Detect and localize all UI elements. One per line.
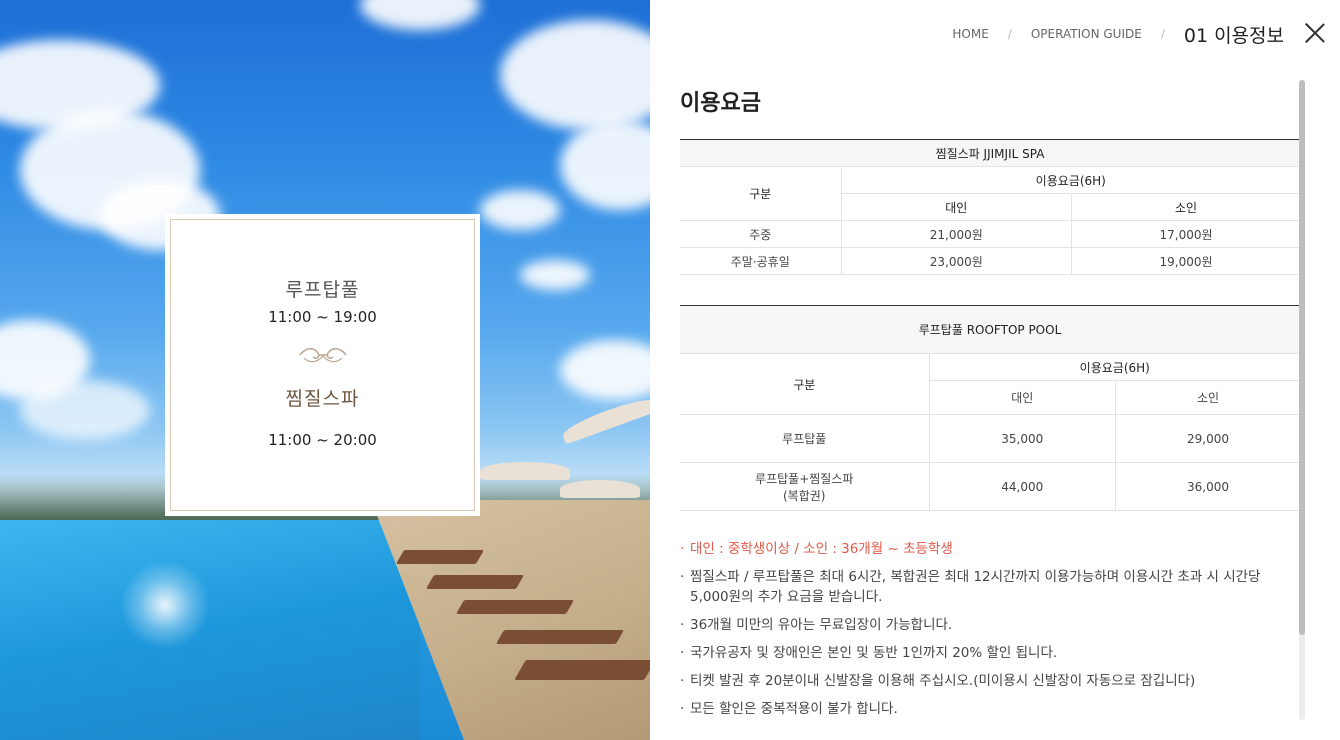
umbrella xyxy=(560,480,640,498)
row-label: 주중 xyxy=(680,220,842,248)
list-item: 찜질스파 / 루프탑풀은 최대 6시간, 복합권은 최대 12시간까지 이용가능… xyxy=(680,567,1300,607)
child-price: 36,000 xyxy=(1115,462,1300,511)
page-title: 이용요금 xyxy=(680,91,761,116)
umbrella xyxy=(559,393,650,445)
breadcrumb-current[interactable]: 01 이용정보 xyxy=(1184,21,1284,48)
hero-photo: 루프탑풀 11:00 ~ 19:00 찜질스파 11:00 ~ 20:00 xyxy=(0,0,650,740)
list-item: 모든 할인은 중복적용이 불가 합니다. xyxy=(680,699,1300,719)
column-header-fee: 이용요금(6H) xyxy=(929,353,1300,381)
pool-hours-title: 루프탑풀 xyxy=(285,279,360,301)
list-item: 대인 : 중학생이상 / 소인 : 36개월 ~ 초등학생 xyxy=(680,539,1300,559)
child-price: 29,000 xyxy=(1115,414,1300,463)
adult-price: 23,000원 xyxy=(841,247,1073,275)
spa-hours-title: 찜질스파 xyxy=(285,388,360,410)
spa-fee-table: 찜질스파 JJIMJIL SPA 구분 이용요금(6H) 대인 소인 주중 21… xyxy=(680,139,1300,275)
child-price: 17,000원 xyxy=(1071,220,1300,248)
breadcrumb-separator: / xyxy=(1007,27,1012,41)
row-label-line2: (복합권) xyxy=(783,488,826,503)
scrollbar-thumb[interactable] xyxy=(1299,80,1305,635)
child-price: 19,000원 xyxy=(1071,247,1300,275)
breadcrumb-separator: / xyxy=(1160,27,1165,41)
row-label: 루프탑풀 xyxy=(680,414,930,463)
cloud xyxy=(520,260,590,290)
close-icon[interactable] xyxy=(1304,22,1326,44)
breadcrumb-home[interactable]: HOME xyxy=(952,27,988,41)
table-row: 루프탑풀+찜질스파 (복합권) 44,000 36,000 xyxy=(680,462,1300,511)
lounger xyxy=(455,600,575,614)
cloud xyxy=(20,380,150,440)
breadcrumb-operation-guide[interactable]: OPERATION GUIDE xyxy=(1031,27,1142,41)
column-header-child: 소인 xyxy=(1115,380,1300,415)
pool-hours-time: 11:00 ~ 19:00 xyxy=(268,308,377,326)
table-caption: 찜질스파 JJIMJIL SPA xyxy=(680,139,1300,167)
lounger xyxy=(395,550,485,564)
pool xyxy=(0,520,420,740)
list-item: 티켓 발권 후 20분이내 신발장을 이용해 주십시오.(미이용시 신발장이 자… xyxy=(680,671,1300,691)
hours-card: 루프탑풀 11:00 ~ 19:00 찜질스파 11:00 ~ 20:00 xyxy=(165,214,480,516)
cloud xyxy=(500,20,650,130)
lounger xyxy=(514,660,650,680)
table-caption: 루프탑풀 ROOFTOP POOL xyxy=(680,305,1300,354)
umbrella xyxy=(480,462,570,480)
adult-price: 21,000원 xyxy=(841,220,1073,248)
column-header-fee: 이용요금(6H) xyxy=(841,166,1300,194)
table-row: 루프탑풀 35,000 29,000 xyxy=(680,414,1300,463)
cloud xyxy=(480,190,560,230)
lounger xyxy=(495,630,625,644)
cloud xyxy=(560,340,650,400)
scrollbar[interactable] xyxy=(1299,80,1305,720)
adult-price: 35,000 xyxy=(929,414,1117,463)
cloud xyxy=(560,120,650,210)
row-label-line1: 루프탑풀+찜질스파 xyxy=(755,471,854,486)
hours-card-frame: 루프탑풀 11:00 ~ 19:00 찜질스파 11:00 ~ 20:00 xyxy=(170,219,475,511)
row-label: 주말·공휴일 xyxy=(680,247,842,275)
spa-hours-time: 11:00 ~ 20:00 xyxy=(268,431,377,449)
lounger xyxy=(425,575,525,589)
column-header-category: 구분 xyxy=(680,353,930,415)
cloud xyxy=(360,0,480,30)
table-row: 주말·공휴일 23,000원 19,000원 xyxy=(680,247,1300,275)
pool-fee-table: 루프탑풀 ROOFTOP POOL 구분 이용요금(6H) 대인 소인 루프탑풀… xyxy=(680,305,1300,511)
content-panel: 이용요금 찜질스파 JJIMJIL SPA 구분 이용요금(6H) 대인 소인 … xyxy=(680,85,1300,720)
column-header-adult: 대인 xyxy=(929,380,1117,415)
row-label: 루프탑풀+찜질스파 (복합권) xyxy=(680,462,930,511)
column-header-adult: 대인 xyxy=(841,193,1073,221)
sun-glare xyxy=(120,560,210,650)
breadcrumb: HOME / OPERATION GUIDE / 01 이용정보 xyxy=(952,20,1284,48)
table-row: 주중 21,000원 17,000원 xyxy=(680,220,1300,248)
column-header-category: 구분 xyxy=(680,166,842,221)
column-header-child: 소인 xyxy=(1071,193,1300,221)
notes-list: 대인 : 중학생이상 / 소인 : 36개월 ~ 초등학생 찜질스파 / 루프탑… xyxy=(680,539,1300,719)
adult-price: 44,000 xyxy=(929,462,1117,511)
list-item: 국가유공자 및 장애인은 본인 및 동반 1인까지 20% 할인 됩니다. xyxy=(680,643,1300,663)
list-item: 36개월 미만의 유아는 무료입장이 가능합니다. xyxy=(680,615,1300,635)
ornament-icon xyxy=(298,348,347,363)
